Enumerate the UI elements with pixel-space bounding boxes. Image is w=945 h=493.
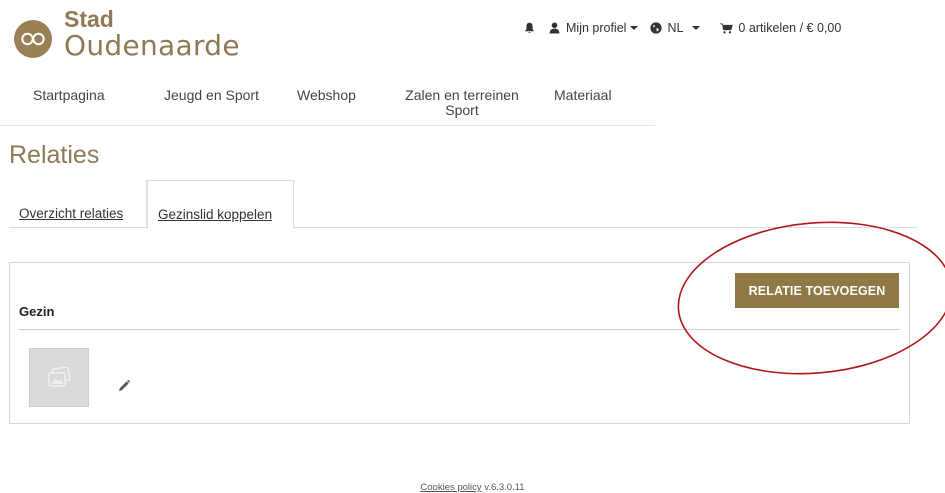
footer: Cookies policy v.6.3.0.11	[0, 482, 945, 493]
cart-icon	[720, 23, 734, 33]
nav-item-webshop[interactable]: Webshop	[297, 88, 356, 103]
pencil-icon[interactable]	[117, 379, 131, 393]
nav-item-jeugd-en-sport[interactable]: Jeugd en Sport	[164, 88, 259, 103]
tab-overzicht-relaties[interactable]: Overzicht relaties	[9, 180, 147, 228]
cart-link[interactable]: 0 artikelen / € 0,00	[720, 21, 841, 35]
site-logo[interactable]: Stad Oudenaarde	[14, 8, 240, 62]
version-text: v.6.3.0.11	[481, 482, 525, 493]
notifications-button[interactable]	[524, 22, 535, 34]
nav-item-materiaal[interactable]: Materiaal	[554, 88, 612, 103]
profile-menu[interactable]: Mijn profiel	[549, 21, 639, 35]
add-relation-button[interactable]: RELATIE TOEVOEGEN	[735, 273, 899, 308]
globe-icon	[650, 22, 663, 34]
section-title-gezin: Gezin	[19, 304, 55, 319]
logo-text-stad: Stad	[64, 6, 114, 32]
nav-item-zalen-en-terreinen[interactable]: Zalen en terreinen Sport	[392, 88, 532, 118]
image-placeholder-icon	[48, 366, 71, 387]
profile-label: Mijn profiel	[566, 21, 627, 35]
main-navigation: Startpagina Jeugd en Sport Webshop Zalen…	[0, 88, 655, 126]
page-title: Relaties	[9, 141, 100, 169]
logo-glasses-icon	[14, 20, 52, 58]
language-selector[interactable]: NL	[650, 21, 701, 35]
nav-item-startpagina[interactable]: Startpagina	[33, 88, 105, 103]
cookies-policy-link[interactable]: Cookies policy	[420, 482, 481, 493]
cart-label: 0 artikelen / € 0,00	[738, 21, 842, 35]
caret-down-icon	[630, 26, 639, 30]
language-label: NL	[667, 21, 684, 35]
section-divider	[19, 329, 900, 330]
member-avatar[interactable]	[29, 348, 89, 407]
bell-icon	[524, 22, 535, 33]
user-icon	[549, 22, 560, 34]
caret-down-icon	[692, 26, 701, 30]
top-bar: Mijn profiel NL 0 artikelen / € 0,00	[524, 21, 853, 35]
logo-text-oudenaarde: Oudenaarde	[64, 29, 240, 62]
relations-panel: RELATIE TOEVOEGEN Gezin	[9, 262, 910, 424]
tab-gezinslid-koppelen[interactable]: Gezinslid koppelen	[147, 180, 294, 229]
